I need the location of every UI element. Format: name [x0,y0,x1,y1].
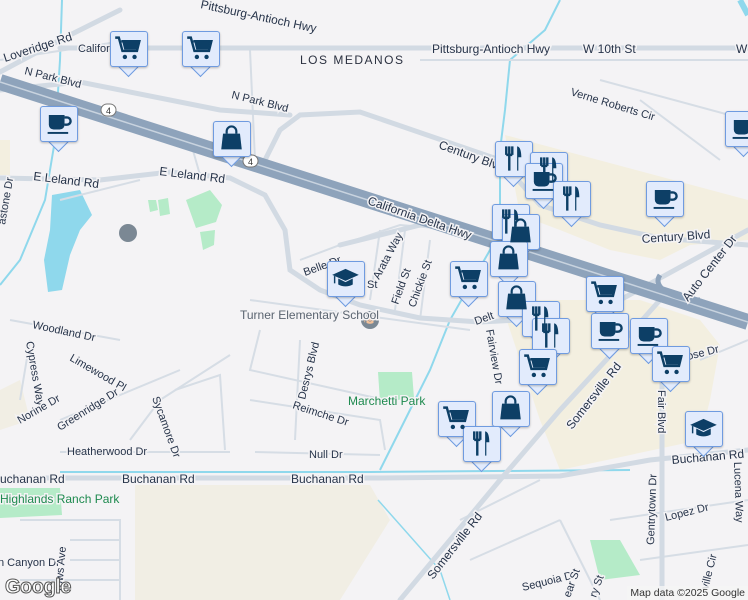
svg-text:Heatherwood Dr: Heatherwood Dr [67,446,147,458]
svg-text:Lopez Dr: Lopez Dr [664,501,711,524]
restaurant-icon [536,321,565,350]
cart-marker[interactable] [182,31,220,78]
bag-marker[interactable] [213,121,251,168]
svg-text:4: 4 [106,106,111,116]
turner-school-label: Turner Elementary School [240,308,379,322]
svg-text:Limewood Pl: Limewood Pl [68,352,129,394]
cart-icon [114,34,143,63]
google-logo[interactable]: Google [5,576,72,599]
coffee-icon [44,109,73,138]
coffee-icon [634,321,663,350]
svg-text:Fair Blvd: Fair Blvd [655,390,667,433]
marchetti-park-label: Marchetti Park [348,394,426,408]
cart-icon [590,279,619,308]
svg-text:astone Dr: astone Dr [0,176,16,225]
coffee-icon [595,316,624,345]
svg-text:Buchanan Rd: Buchanan Rd [122,472,195,486]
cart-marker[interactable] [519,349,557,396]
svg-text:ville Cir: ville Cir [699,553,719,591]
restaurant-icon [557,184,586,213]
svg-text:Pittsburg-Antioch Hwy: Pittsburg-Antioch Hwy [432,42,550,56]
coffee-marker[interactable] [725,111,748,158]
coffee-marker[interactable] [646,181,684,228]
svg-text:Delt: Delt [473,310,495,328]
cart-icon [656,349,685,378]
school-marker[interactable] [685,411,723,458]
coffee-icon [650,184,679,213]
svg-text:Null Dr: Null Dr [309,449,343,461]
bag-icon [496,394,525,423]
restaurant-icon [467,429,496,458]
coffee-icon [729,114,748,143]
school-marker[interactable] [327,261,365,308]
restaurant-marker[interactable] [553,181,591,228]
map-attribution[interactable]: Map data ©2025 Google [627,586,748,600]
cart-icon [454,264,483,293]
svg-text:Sycamore Dr: Sycamore Dr [149,395,182,460]
coffee-marker[interactable] [40,106,78,153]
school-icon [689,414,718,443]
svg-text:ry St: ry St [588,574,607,599]
bag-icon [217,124,246,153]
svg-text:Greenridge Dr: Greenridge Dr [55,386,121,433]
svg-text:Woodland Dr: Woodland Dr [31,319,96,344]
coffee-marker[interactable] [591,313,629,360]
cart-marker[interactable] [450,261,488,308]
svg-text:E Leland Rd: E Leland Rd [159,164,226,186]
cart-marker[interactable] [652,346,690,393]
svg-text:Gentrytown Dr: Gentrytown Dr [645,473,659,545]
svg-text:E Leland Rd: E Leland Rd [33,169,100,191]
svg-text:Lucena Way: Lucena Way [731,462,745,524]
svg-text:Buchanan Rd: Buchanan Rd [0,472,65,486]
svg-text:Califor: Califor [78,43,110,55]
svg-text:Cypress Way: Cypress Way [23,340,46,407]
svg-text:Buchanan Rd: Buchanan Rd [291,472,364,486]
cart-icon [186,34,215,63]
bag-icon [494,244,523,273]
svg-text:W 10th St: W 10th St [583,42,636,56]
map-canvas[interactable]: 4 4 Pittsburg-Antioch Hwy LOS MEDANOS Pi… [0,0,748,600]
cart-icon [523,352,552,381]
coffee-icon [529,166,558,195]
svg-text:W: W [736,42,748,56]
svg-text:n Canyon Dr: n Canyon Dr [0,557,60,569]
svg-text:St: St [367,279,377,291]
school-icon [331,264,360,293]
svg-text:Reimche Dr: Reimche Dr [291,399,350,428]
cart-marker[interactable] [110,31,148,78]
restaurant-marker[interactable] [463,426,501,473]
svg-text:Chickie St: Chickie St [407,258,435,309]
restaurant-icon [499,144,528,173]
bag-icon [506,217,535,246]
school-poi-icon[interactable] [119,224,137,242]
svg-text:LOS MEDANOS: LOS MEDANOS [300,53,405,67]
highlands-park-label: Highlands Ranch Park [0,492,120,506]
svg-text:Fairview Dr: Fairview Dr [483,328,505,385]
svg-text:Somersville Rd: Somersville Rd [424,510,485,582]
